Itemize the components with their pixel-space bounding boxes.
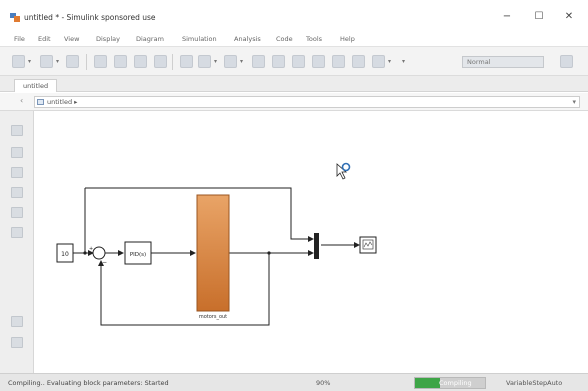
settings-gear-icon[interactable]	[198, 55, 211, 68]
menu-diagram[interactable]: Diagram	[136, 35, 164, 43]
back-arrow-icon[interactable]: ‹	[20, 96, 23, 105]
up-icon[interactable]	[134, 55, 147, 68]
record-icon[interactable]	[332, 55, 345, 68]
constant-block[interactable]: 10	[56, 243, 74, 263]
undo-icon[interactable]	[94, 55, 107, 68]
library-browser-icon[interactable]	[154, 55, 167, 68]
run-icon[interactable]	[272, 55, 285, 68]
sum-block[interactable]: + −	[89, 246, 107, 266]
scope-block[interactable]	[359, 236, 377, 254]
configuration-icon[interactable]	[224, 55, 237, 68]
chevron-down-icon[interactable]: ▾	[402, 58, 405, 65]
menu-help[interactable]: Help	[340, 35, 355, 43]
branch-point	[83, 251, 87, 255]
scope-icon[interactable]	[372, 55, 385, 68]
simulation-mode-value: Normal	[467, 58, 491, 66]
area-icon[interactable]	[11, 316, 23, 327]
sum-plus-sign: +	[89, 246, 93, 252]
menu-bar: File Edit View Display Diagram Simulatio…	[0, 34, 588, 45]
minimize-button[interactable]: −	[500, 11, 514, 23]
save-icon[interactable]	[66, 55, 79, 68]
close-button[interactable]: ✕	[562, 11, 576, 23]
solver-name[interactable]: VariableStepAuto	[506, 379, 562, 387]
tab-strip: untitled	[0, 76, 588, 92]
status-bar: Compiling.. Evaluating block parameters:…	[0, 373, 588, 391]
data-inspector-icon[interactable]	[352, 55, 365, 68]
subsystem-block[interactable]: motors_out	[196, 194, 230, 320]
toolbar-separator	[86, 54, 87, 70]
breadcrumb-path: untitled ▸	[47, 98, 78, 106]
status-message: Compiling.. Evaluating block parameters:…	[8, 379, 169, 387]
stop-icon[interactable]	[312, 55, 325, 68]
toolbar-separator	[172, 54, 173, 70]
menu-view[interactable]: View	[64, 35, 79, 43]
block-diagram: 10 + − PID(s) motors_out	[56, 162, 377, 326]
subsystem-name: motors_out	[199, 314, 227, 320]
chevron-down-icon[interactable]: ▾	[240, 58, 243, 65]
open-icon[interactable]	[40, 55, 53, 68]
pid-controller-block[interactable]: PID(s)	[124, 241, 152, 265]
chevron-down-icon[interactable]: ▾	[28, 58, 31, 65]
left-palette	[0, 111, 34, 373]
zoom-icon[interactable]	[11, 147, 23, 158]
simulink-app-icon	[10, 13, 20, 22]
chevron-down-icon[interactable]: ▾	[214, 58, 217, 65]
busy-cursor-icon	[336, 162, 351, 180]
model-advisor-icon[interactable]	[560, 55, 573, 68]
branch-point	[267, 251, 271, 255]
compile-progress-bar: Compiling	[414, 377, 486, 389]
sum-minus-sign: −	[102, 259, 107, 266]
breadcrumb[interactable]: untitled ▸ ▾	[34, 96, 580, 108]
step-back-icon[interactable]	[252, 55, 265, 68]
constant-value: 10	[61, 251, 69, 258]
tab-untitled[interactable]: untitled	[14, 79, 58, 92]
menu-file[interactable]: File	[14, 35, 25, 43]
menu-edit[interactable]: Edit	[38, 35, 51, 43]
toggle-panel-icon[interactable]	[11, 337, 23, 348]
menu-tools[interactable]: Tools	[306, 35, 322, 43]
progress-label: Compiling	[439, 379, 472, 387]
progress-fill	[415, 378, 440, 388]
image-icon[interactable]	[11, 227, 23, 238]
hide-browser-icon[interactable]	[11, 125, 23, 136]
model-canvas[interactable]: 10 + − PID(s) motors_out	[35, 111, 588, 373]
new-model-icon[interactable]	[12, 55, 25, 68]
model-explorer-icon[interactable]	[180, 55, 193, 68]
menu-simulation[interactable]: Simulation	[182, 35, 217, 43]
arrow-icon[interactable]	[11, 187, 23, 198]
tab-label: untitled	[23, 82, 49, 90]
toolbar: ▾ ▾ ▾ ▾ ▾ ▾ Normal	[0, 46, 588, 76]
step-forward-icon[interactable]	[292, 55, 305, 68]
zoom-level[interactable]: 90%	[316, 379, 330, 387]
chevron-down-icon[interactable]: ▾	[572, 97, 576, 107]
chevron-down-icon[interactable]: ▾	[388, 58, 391, 65]
maximize-button[interactable]: ☐	[532, 11, 546, 23]
menu-analysis[interactable]: Analysis	[234, 35, 261, 43]
menu-code[interactable]: Code	[276, 35, 293, 43]
mux-block[interactable]	[314, 233, 319, 259]
simulation-mode-select[interactable]: Normal	[462, 56, 544, 68]
title-bar: untitled * - Simulink sponsored use − ☐ …	[0, 0, 588, 34]
menu-display[interactable]: Display	[96, 35, 120, 43]
fit-view-icon[interactable]	[11, 167, 23, 178]
breadcrumb-bar: ‹ untitled ▸ ▾	[0, 93, 588, 111]
window-title: untitled * - Simulink sponsored use	[24, 13, 156, 22]
pid-label: PID(s)	[130, 252, 146, 258]
chevron-down-icon[interactable]: ▾	[56, 58, 59, 65]
model-icon	[37, 99, 44, 105]
annotation-icon[interactable]	[11, 207, 23, 218]
redo-icon[interactable]	[114, 55, 127, 68]
